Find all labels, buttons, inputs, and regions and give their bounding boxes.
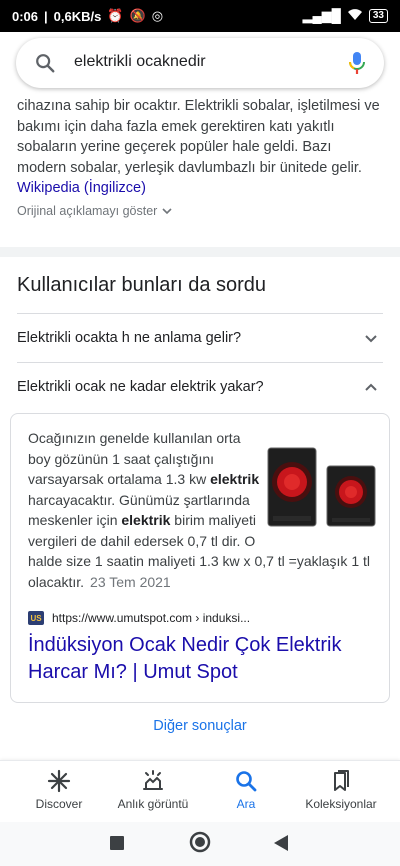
answer-bold: elektrik — [210, 471, 260, 487]
net-speed: 0,6KB/s — [53, 8, 102, 24]
home-icon[interactable] — [189, 831, 211, 853]
nav-discover[interactable]: Discover — [9, 769, 109, 819]
search-bar[interactable]: elektrikli ocaknedir — [16, 38, 384, 88]
featured-snippet: cihazına sahip bir ocaktır. Elektrikli s… — [17, 96, 383, 199]
nav-label: Ara — [236, 797, 256, 811]
bookmarks-icon — [334, 770, 349, 791]
answer-bold: elektrik — [121, 512, 171, 528]
answer-date: 23 Tem 2021 — [90, 573, 171, 590]
source-url: https://www.umutspot.com › induksi... — [52, 611, 251, 625]
question-text: Elektrikli ocakta h ne anlama gelir? — [17, 330, 242, 346]
chevron-up-icon — [365, 383, 377, 391]
whatsapp-icon: ◎ — [151, 8, 164, 23]
chevron-down-icon — [365, 335, 377, 343]
search-header: elektrikli ocaknedir — [0, 32, 400, 96]
nav-label: Discover — [35, 797, 83, 811]
show-original-label: Orijinal açıklamayı göster — [17, 204, 158, 218]
question-row-2[interactable]: Elektrikli ocak ne kadar elektrik yakar? — [17, 363, 383, 411]
nav-label: Koleksiyonlar — [305, 797, 377, 811]
result-title-link[interactable]: İndüksiyon Ocak Nedir Çok Elektrik Harca… — [28, 632, 378, 686]
favicon: US — [28, 611, 44, 625]
status-bar: 0:06 | 0,6KB/s ⏰ 🔕 ◎ ▂▄▆█ 33 — [0, 0, 400, 32]
search-icon[interactable] — [34, 52, 56, 74]
nav-search[interactable]: Ara — [196, 769, 296, 819]
nav-label: Anlık görüntü — [117, 797, 189, 811]
mic-icon[interactable] — [346, 50, 368, 76]
recents-icon[interactable] — [110, 836, 124, 850]
nav-collections[interactable]: Koleksiyonlar — [291, 769, 391, 819]
people-also-ask-title: Kullanıcılar bunları da sordu — [17, 274, 267, 296]
wikipedia-link[interactable]: Wikipedia (İngilizce) — [17, 180, 146, 196]
chevron-down-icon — [162, 208, 172, 215]
clock: 0:06 — [12, 8, 39, 24]
battery-indicator: 33 — [368, 9, 388, 23]
search-input[interactable]: elektrikli ocaknedir — [74, 53, 206, 71]
question-row-1[interactable]: Elektrikli ocakta h ne anlama gelir? — [17, 314, 383, 362]
cooktop-image[interactable] — [267, 446, 377, 532]
snippet-text: cihazına sahip bir ocaktır. Elektrikli s… — [17, 98, 380, 176]
asterisk-icon — [47, 769, 71, 793]
signal-icon: ▂▄▆█ — [302, 8, 341, 23]
answer-part: Ocağınızın genelde kullanılan orta boy g… — [28, 430, 241, 487]
nav-snapshot[interactable]: Anlık görüntü — [103, 769, 203, 819]
source-row[interactable]: US https://www.umutspot.com › induksi... — [28, 611, 250, 625]
back-icon[interactable] — [274, 835, 288, 851]
more-results-link[interactable]: Diğer sonuçlar — [0, 718, 400, 734]
answer-card: Ocağınızın genelde kullanılan orta boy g… — [10, 413, 390, 703]
snapshot-icon — [143, 770, 163, 790]
question-text: Elektrikli ocak ne kadar elektrik yakar? — [17, 379, 264, 395]
wifi-icon — [347, 8, 363, 24]
system-navigation — [0, 822, 400, 866]
show-original-button[interactable]: Orijinal açıklamayı göster — [17, 204, 173, 218]
search-icon — [236, 771, 257, 792]
alarm-icon: ⏰ — [107, 8, 124, 23]
bottom-navigation: Discover Anlık görüntü Ara Koleksiyonlar — [0, 760, 400, 822]
separator: | — [44, 8, 48, 24]
mute-icon: 🔕 — [129, 8, 146, 23]
section-separator — [0, 247, 400, 257]
